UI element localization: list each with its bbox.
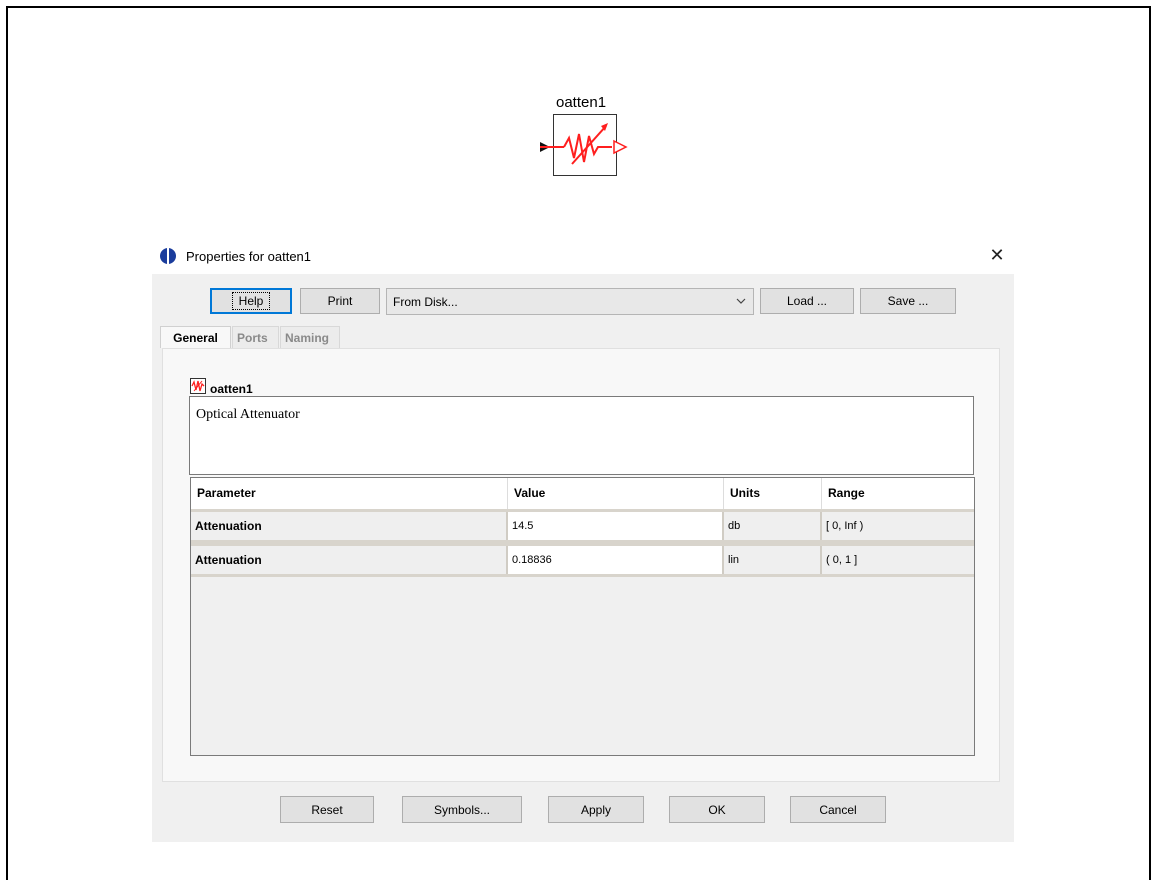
reset-button-label: Reset xyxy=(311,802,343,817)
range-cell: ( 0, 1 ] xyxy=(826,554,858,566)
units-cell: lin xyxy=(724,546,822,574)
apply-button[interactable]: Apply xyxy=(548,796,644,823)
print-button-label: Print xyxy=(327,294,353,308)
ok-button-label: OK xyxy=(708,802,726,817)
dialog-title: Properties for oatten1 xyxy=(186,249,312,264)
dialog-titlebar: Properties for oatten1 ✕ xyxy=(152,238,1014,274)
reset-button[interactable]: Reset xyxy=(280,796,374,823)
cancel-button[interactable]: Cancel xyxy=(790,796,886,823)
symbols-button-label: Symbols... xyxy=(433,802,490,817)
component-name: oatten1 xyxy=(210,382,253,396)
column-header-parameter[interactable]: Parameter xyxy=(191,478,508,509)
app-logo-icon xyxy=(160,248,176,264)
units-cell: db xyxy=(724,512,822,540)
parameter-table: Parameter Value Units Range Attenuation … xyxy=(190,477,975,756)
column-header-units[interactable]: Units xyxy=(724,478,822,509)
help-button[interactable]: Help xyxy=(210,288,292,314)
source-select-value: From Disk... xyxy=(393,295,458,309)
save-button-label: Save ... xyxy=(887,294,929,308)
component-symbol-label: oatten1 xyxy=(556,94,607,111)
symbols-button[interactable]: Symbols... xyxy=(402,796,522,823)
save-button[interactable]: Save ... xyxy=(860,288,956,314)
close-button[interactable]: ✕ xyxy=(986,244,1008,266)
load-button-label: Load ... xyxy=(786,294,828,308)
chevron-down-icon xyxy=(736,298,746,304)
range-cell: [ 0, Inf ) xyxy=(826,520,864,532)
component-description[interactable]: Optical Attenuator xyxy=(189,396,974,475)
attenuator-symbol-icon[interactable] xyxy=(538,112,630,180)
table-row[interactable]: Attenuation 0.18836 lin ( 0, 1 ] xyxy=(191,543,974,577)
ok-button[interactable]: OK xyxy=(669,796,765,823)
column-header-value[interactable]: Value xyxy=(508,478,724,509)
value-cell[interactable]: 0.18836 xyxy=(508,546,724,574)
cancel-button-label: Cancel xyxy=(819,802,857,817)
apply-button-label: Apply xyxy=(580,802,612,817)
value-cell[interactable]: 14.5 xyxy=(508,512,724,540)
parameter-cell: Attenuation xyxy=(191,512,508,540)
table-row[interactable]: Attenuation 14.5 db [ 0, Inf ) xyxy=(191,509,974,543)
source-select[interactable]: From Disk... xyxy=(386,288,754,315)
column-header-range[interactable]: Range xyxy=(822,478,974,509)
help-button-label: Help xyxy=(231,292,271,310)
tab-ports[interactable]: Ports xyxy=(232,326,279,348)
parameter-cell: Attenuation xyxy=(191,546,508,574)
load-button[interactable]: Load ... xyxy=(760,288,854,314)
properties-dialog: Properties for oatten1 ✕ Help Print From… xyxy=(152,238,1014,842)
tab-naming[interactable]: Naming xyxy=(280,326,340,348)
print-button[interactable]: Print xyxy=(300,288,380,314)
attenuator-small-icon xyxy=(190,378,206,394)
tab-general[interactable]: General xyxy=(160,326,231,348)
